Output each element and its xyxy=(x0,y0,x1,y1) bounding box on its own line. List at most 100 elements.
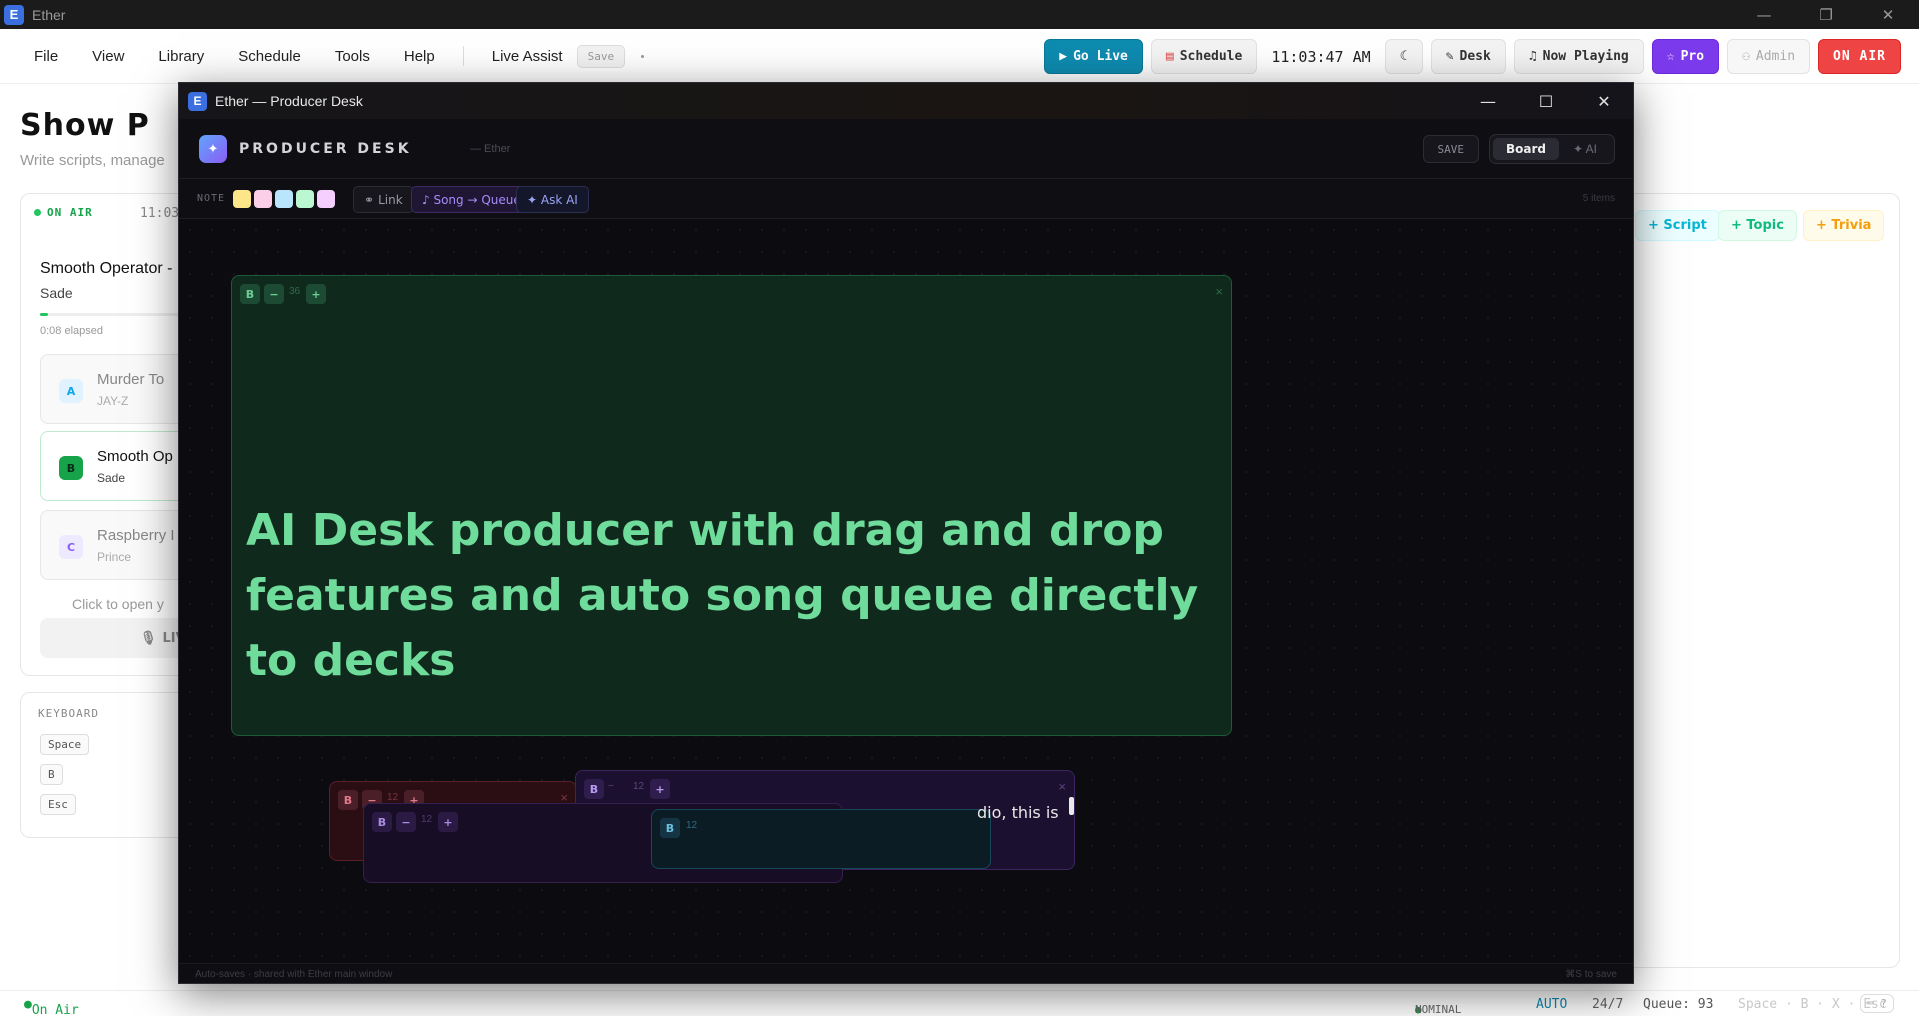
link-button[interactable]: ⚭ Link xyxy=(353,186,414,213)
desk-minimize-button[interactable]: — xyxy=(1459,83,1517,119)
note-color-green[interactable] xyxy=(296,190,314,208)
desk-close-button[interactable]: ✕ xyxy=(1575,83,1633,119)
font-decrease-button[interactable]: − xyxy=(608,781,614,792)
deck-c-badge: C xyxy=(59,535,83,559)
sticky-note-cyan[interactable]: B 12 xyxy=(651,809,991,869)
elapsed-time: 0:08 elapsed xyxy=(40,325,103,337)
add-script-button[interactable]: + Script xyxy=(1635,210,1720,241)
board-mode-button[interactable]: Board xyxy=(1493,138,1559,160)
desk-save-button[interactable]: SAVE xyxy=(1422,135,1479,163)
desk-footer: Auto-saves · shared with Ether main wind… xyxy=(179,963,1633,983)
note-peek-text[interactable]: dio, this is xyxy=(977,803,1059,822)
music-note-icon: ♫ xyxy=(1528,49,1537,64)
close-button[interactable]: ✕ xyxy=(1857,0,1919,29)
ask-ai-button[interactable]: ✦ Ask AI xyxy=(516,186,589,213)
bold-button[interactable]: B xyxy=(338,790,358,810)
save-shortcut-hint: ⌘S to save xyxy=(1565,969,1617,980)
status-auto: AUTO xyxy=(1536,997,1568,1012)
on-air-status-label: ON AIR xyxy=(47,206,93,219)
theme-toggle-button[interactable]: ☾ xyxy=(1384,39,1423,74)
items-count: 5 items xyxy=(1582,193,1615,204)
now-playing-artist: Sade xyxy=(40,285,73,301)
click-to-open-hint: Click to open y xyxy=(72,596,164,612)
deck-b-badge: B xyxy=(59,456,83,480)
admin-button[interactable]: ⚇ Admin xyxy=(1727,39,1811,74)
producer-desk-window: E Ether — Producer Desk — ☐ ✕ ✦ PRODUCER… xyxy=(178,82,1634,984)
font-size-value: 12 xyxy=(387,792,399,803)
microphone-icon: 🎙 xyxy=(140,630,157,646)
pencil-icon: ✎ xyxy=(1445,49,1454,64)
queue-item-artist: Sade xyxy=(97,471,126,485)
font-increase-button[interactable]: + xyxy=(438,812,458,832)
now-playing-button[interactable]: ♫ Now Playing xyxy=(1513,39,1644,74)
track-progress-bar[interactable] xyxy=(40,313,180,316)
desk-toolbar: NOTE ⚭ Link ♪ Song → Queue ✦ Ask AI 5 ite… xyxy=(179,179,1633,219)
desk-button[interactable]: ✎ Desk xyxy=(1430,39,1506,74)
live-assist-label[interactable]: Live Assist xyxy=(492,48,563,65)
now-playing-label: Now Playing xyxy=(1542,49,1629,64)
status-on-air: ● On Air xyxy=(24,997,79,1016)
help-button[interactable]: ⌨ ? xyxy=(1860,994,1894,1013)
note-color-blue[interactable] xyxy=(275,190,293,208)
song-to-queue-button[interactable]: ♪ Song → Queue xyxy=(411,186,532,213)
minimize-button[interactable]: — xyxy=(1733,0,1795,29)
menu-tools[interactable]: Tools xyxy=(335,48,370,65)
note-text[interactable]: AI Desk producer with drag and drop feat… xyxy=(246,498,1226,693)
queue-item-title: Raspberry I xyxy=(97,527,175,544)
key-esc: Esc xyxy=(40,794,76,815)
window-controls: — ❐ ✕ xyxy=(1733,0,1919,29)
note-close-button[interactable]: × xyxy=(1215,284,1223,299)
user-icon: ⚇ xyxy=(1742,49,1750,64)
save-button[interactable]: Save xyxy=(576,44,626,68)
bold-button[interactable]: B xyxy=(240,284,260,304)
font-increase-button[interactable]: + xyxy=(306,284,326,304)
schedule-button[interactable]: ▤ Schedule xyxy=(1150,39,1258,74)
on-air-button[interactable]: ON AIR xyxy=(1818,39,1901,74)
status-schedule: 24/7 xyxy=(1592,997,1624,1012)
menu-library[interactable]: Library xyxy=(158,48,204,65)
menu-file[interactable]: File xyxy=(34,48,58,65)
note-close-button[interactable]: × xyxy=(1058,779,1066,794)
panel-time: 11:03 xyxy=(140,206,180,221)
link-icon: ⚭ xyxy=(364,192,375,207)
view-mode-toggle: Board ✦ AI xyxy=(1489,134,1615,164)
note-color-purple[interactable] xyxy=(317,190,335,208)
status-on-air-label: On Air xyxy=(31,1003,79,1016)
desk-subtitle: — Ether xyxy=(470,143,511,155)
live-mic-button[interactable]: 🎙 LIV xyxy=(40,618,200,658)
queue-item-c[interactable]: C Raspberry I Prince xyxy=(40,510,200,580)
add-trivia-button[interactable]: + Trivia xyxy=(1803,210,1885,241)
top-toolbar: ▶ Go Live ▤ Schedule 11:03:47 AM ☾ ✎ Desk ♫… xyxy=(1044,39,1901,74)
pro-button[interactable]: ☆ Pro xyxy=(1651,39,1720,74)
bold-button[interactable]: B xyxy=(660,818,680,838)
menu-help[interactable]: Help xyxy=(404,48,435,65)
note-scroll-handle[interactable] xyxy=(1069,797,1074,815)
calendar-icon: ▤ xyxy=(1165,49,1174,64)
sticky-note-main[interactable]: B − 36 + × AI Desk producer with drag an… xyxy=(231,275,1232,736)
desk-name: PRODUCER DESK xyxy=(239,141,412,157)
moon-icon: ☾ xyxy=(1399,49,1408,64)
schedule-label: Schedule xyxy=(1179,49,1243,64)
go-live-button[interactable]: ▶ Go Live xyxy=(1044,39,1143,74)
restore-button[interactable]: ❐ xyxy=(1795,0,1857,29)
font-increase-button[interactable]: + xyxy=(650,779,670,799)
link-label: Link xyxy=(378,192,403,207)
font-size-value: 36 xyxy=(289,286,301,297)
bold-button[interactable]: B xyxy=(372,812,392,832)
desk-maximize-button[interactable]: ☐ xyxy=(1517,83,1575,119)
font-decrease-button[interactable]: − xyxy=(264,284,284,304)
status-nominal-label: NOMINAL xyxy=(1415,1003,1462,1016)
font-decrease-button[interactable]: − xyxy=(396,812,416,832)
star-icon: ☆ xyxy=(1666,49,1675,64)
note-color-yellow[interactable] xyxy=(233,190,251,208)
queue-item-b[interactable]: B Smooth Op Sade xyxy=(40,431,200,501)
clock: 11:03:47 AM xyxy=(1271,47,1371,66)
menu-view[interactable]: View xyxy=(92,48,124,65)
queue-item-a[interactable]: A Murder To JAY-Z xyxy=(40,354,200,424)
board-canvas[interactable]: B − 36 + × AI Desk producer with drag an… xyxy=(179,219,1633,963)
menu-schedule[interactable]: Schedule xyxy=(238,48,301,65)
ai-mode-button[interactable]: ✦ AI xyxy=(1559,142,1611,156)
add-topic-button[interactable]: + Topic xyxy=(1718,210,1797,241)
note-color-pink[interactable] xyxy=(254,190,272,208)
bold-button[interactable]: B xyxy=(584,779,604,799)
